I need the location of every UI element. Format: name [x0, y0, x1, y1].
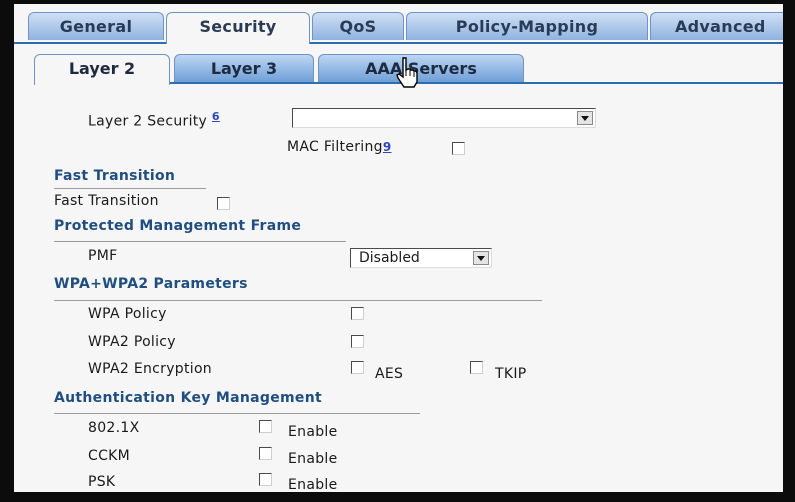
divider — [54, 188, 206, 189]
divider — [54, 241, 346, 242]
wlan-edit-panel: General Security QoS Policy-Mapping Adva… — [14, 4, 783, 492]
wpa2-policy-label: WPA2 Policy — [88, 334, 176, 350]
akm-label-cckm: CCKM — [88, 448, 131, 464]
top-tab-bar: General Security QoS Policy-Mapping Adva… — [14, 12, 783, 44]
tab-qos[interactable]: QoS — [312, 12, 404, 40]
mac-filtering-checkbox[interactable] — [452, 142, 465, 155]
hand-cursor-icon — [396, 57, 418, 88]
fast-transition-heading: Fast Transition — [54, 168, 176, 184]
tkip-checkbox[interactable] — [470, 361, 483, 374]
pmf-heading: Protected Management Frame — [54, 218, 302, 234]
fast-transition-label: Fast Transition — [54, 193, 159, 209]
screen-frame: General Security QoS Policy-Mapping Adva… — [0, 0, 795, 502]
tab-general[interactable]: General — [28, 12, 164, 40]
chevron-down-icon[interactable] — [577, 111, 593, 125]
akm-cckm-enable-label: Enable — [288, 451, 338, 467]
akm-psk-enable-label: Enable — [288, 477, 338, 493]
wpa2-policy-checkbox[interactable] — [351, 335, 364, 348]
mac-filtering-label: MAC Filtering9 — [287, 139, 392, 155]
mac-filtering-help-link[interactable]: 9 — [383, 140, 392, 154]
tab-policy-mapping[interactable]: Policy-Mapping — [406, 12, 648, 40]
tab-security[interactable]: Security — [166, 12, 310, 44]
aes-checkbox[interactable] — [351, 361, 364, 374]
wpa2-encryption-label: WPA2 Encryption — [88, 361, 212, 377]
tab-advanced[interactable]: Advanced — [650, 12, 783, 40]
wpa-policy-checkbox[interactable] — [351, 307, 364, 320]
wpa-parameters-heading: WPA+WPA2 Parameters — [54, 276, 248, 292]
akm-psk-checkbox[interactable] — [259, 473, 272, 486]
akm-label-psk: PSK — [88, 474, 116, 490]
aes-label: AES — [375, 366, 404, 382]
fast-transition-checkbox[interactable] — [217, 197, 230, 210]
akm-label-8021x: 802.1X — [88, 420, 140, 436]
tkip-label: TKIP — [495, 366, 527, 382]
tab-layer2[interactable]: Layer 2 — [34, 54, 170, 85]
akm-8021x-checkbox[interactable] — [259, 420, 272, 433]
akm-8021x-enable-label: Enable — [288, 424, 338, 440]
divider — [54, 413, 420, 414]
tab-layer3[interactable]: Layer 3 — [174, 54, 314, 82]
divider — [54, 300, 542, 301]
akm-cckm-checkbox[interactable] — [259, 447, 272, 460]
akm-heading: Authentication Key Management — [54, 390, 322, 406]
chevron-down-icon[interactable] — [473, 251, 489, 265]
wpa-policy-label: WPA Policy — [88, 306, 167, 322]
layer2-security-help-link[interactable]: 6 — [212, 110, 220, 123]
pmf-select[interactable]: Disabled — [350, 248, 492, 268]
pmf-label: PMF — [88, 248, 118, 264]
layer2-security-label: Layer 2 Security 6 — [88, 110, 220, 130]
layer2-security-select[interactable] — [292, 108, 596, 128]
